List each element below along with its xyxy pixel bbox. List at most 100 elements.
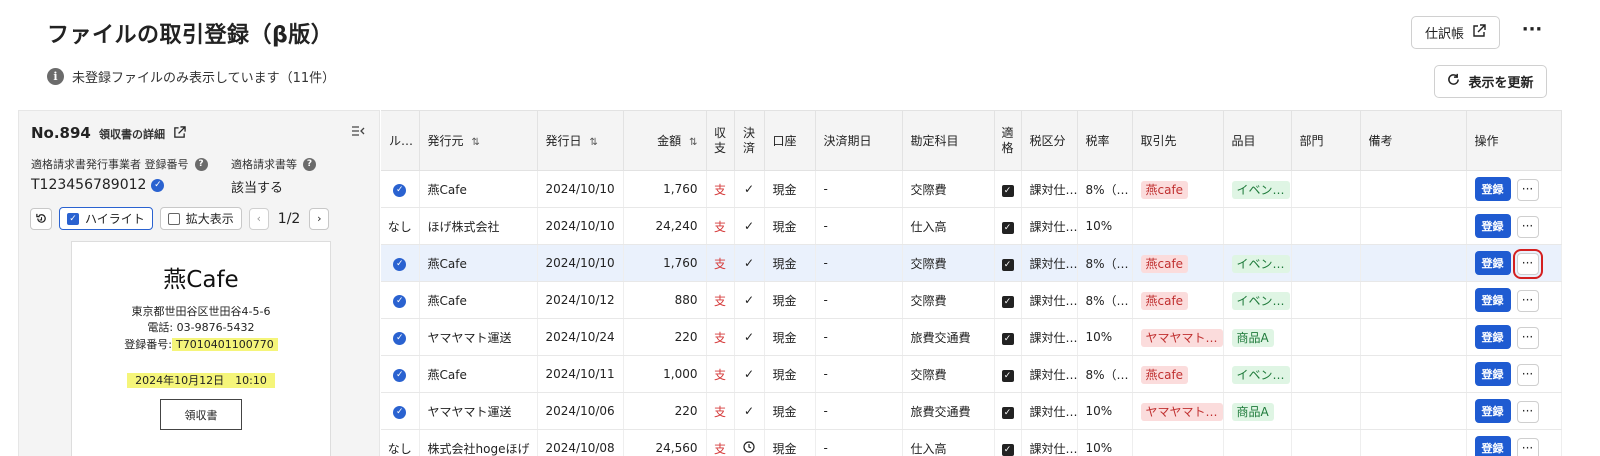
help-icon[interactable]: ? — [303, 157, 316, 171]
tax-category-cell: 課対仕… — [1021, 207, 1078, 245]
prev-page-button[interactable]: ‹ — [248, 207, 269, 230]
type-text: 支 — [713, 441, 726, 456]
row-more-icon[interactable]: ··· — [1516, 363, 1539, 386]
qualified-cell: ✓ — [994, 207, 1022, 245]
due-cell: - — [815, 281, 903, 319]
row-more-icon[interactable]: ··· — [1516, 289, 1539, 312]
amount-text: 220 — [674, 404, 698, 418]
journal-button[interactable]: 仕訳帳 — [1411, 16, 1500, 49]
help-icon[interactable]: ? — [194, 157, 208, 171]
account-text: 現金 — [772, 182, 797, 197]
actions-cell: 登録 ··· — [1466, 318, 1562, 356]
date-text: 2024/10/08 — [545, 441, 615, 455]
row-more-icon[interactable]: ··· — [1516, 400, 1539, 423]
receipt-detail-link[interactable]: 領収書の詳細 — [99, 126, 186, 142]
register-button[interactable]: 登録 — [1474, 214, 1511, 238]
partner-cell — [1132, 207, 1224, 245]
table-row[interactable]: ✓ ヤマヤマト運送 2024/10/24 220 支 ✓ 現金 - 旅費交通費 ✓ 課対仕… 10% ヤ… — [381, 318, 1562, 356]
col-item: 品目 — [1223, 110, 1292, 171]
row-more-icon[interactable]: ··· — [1512, 248, 1543, 279]
col-subject: 勘定科目 — [902, 110, 995, 171]
col-tax-rate-label: 税率 — [1085, 134, 1110, 148]
register-button[interactable]: 登録 — [1474, 399, 1511, 423]
table-row[interactable]: ✓ ヤマヤマト運送 2024/10/06 220 支 ✓ 現金 - 旅費交通費 ✓ 課対仕… 10% ヤ… — [381, 392, 1562, 430]
clock-icon — [743, 440, 755, 456]
settled-check-icon: ✓ — [743, 330, 755, 344]
type-cell: 支 — [706, 244, 735, 282]
register-button[interactable]: 登録 — [1474, 251, 1511, 275]
col-rule[interactable]: ル… — [381, 110, 420, 171]
rule-cell: ✓ — [381, 355, 420, 393]
account-cell: 現金 — [764, 318, 816, 356]
due-text: - — [823, 367, 828, 381]
amount-cell: 1,000 — [623, 355, 707, 393]
table-row[interactable]: なし ほげ株式会社 2024/10/10 24,240 支 ✓ 現金 - 仕入高 ✓ 課対仕… 10%… — [381, 207, 1562, 245]
amount-text: 1,000 — [663, 367, 698, 381]
account-cell: 現金 — [764, 244, 816, 282]
row-more-icon[interactable]: ··· — [1516, 178, 1539, 201]
register-button[interactable]: 登録 — [1474, 436, 1511, 456]
col-qualified: 適格 — [994, 110, 1022, 171]
table-row[interactable]: なし 株式会社hogeほげ 2024/10/08 24,560 支 現金 - 仕入高 ✓ 課対仕…… — [381, 429, 1562, 456]
checkbox-checked-icon[interactable]: ✓ — [1001, 369, 1014, 382]
col-partner-label: 取引先 — [1140, 134, 1177, 148]
checkbox-checked-icon[interactable]: ✓ — [1001, 332, 1014, 345]
next-page-button[interactable]: › — [309, 207, 330, 230]
tax-category-text: 課対仕… — [1029, 441, 1077, 456]
collapse-panel-icon[interactable] — [351, 125, 365, 141]
register-button[interactable]: 登録 — [1474, 288, 1511, 312]
sort-icon[interactable]: ⇅ — [590, 137, 598, 148]
account-cell: 現金 — [764, 207, 816, 245]
account-text: 現金 — [772, 330, 797, 345]
item-cell: 商品A — [1223, 318, 1292, 356]
checkbox-checked-icon[interactable]: ✓ — [1001, 406, 1014, 419]
sort-icon[interactable]: ⇅ — [472, 137, 480, 148]
issuer-cell: ヤマヤマト運送 — [419, 392, 538, 430]
col-issuer[interactable]: 発行元 ⇅ — [419, 110, 538, 171]
item-cell — [1223, 207, 1292, 245]
row-more-icon[interactable]: ··· — [1516, 215, 1539, 238]
col-department-label: 部門 — [1299, 134, 1324, 148]
checkbox-checked-icon[interactable]: ✓ — [1001, 221, 1014, 234]
checkbox-checked-icon[interactable]: ✓ — [1001, 443, 1014, 456]
registration-number-label: 適格請求書発行事業者 登録番号 ? — [31, 156, 208, 172]
table-row[interactable]: ✓ 燕Cafe 2024/10/10 1,760 支 ✓ 現金 - 交際費 ✓ 課対仕… 8%（… 燕c… — [381, 170, 1562, 208]
checkbox-checked-icon[interactable]: ✓ — [1001, 295, 1014, 308]
rotate-icon[interactable] — [30, 207, 52, 230]
register-button[interactable]: 登録 — [1474, 325, 1511, 349]
table-row[interactable]: ✓ 燕Cafe 2024/10/11 1,000 支 ✓ 現金 - 交際費 ✓ 課対仕… 8%（… 燕c… — [381, 355, 1562, 393]
col-date[interactable]: 発行日 ⇅ — [537, 110, 624, 171]
tax-category-text: 課対仕… — [1029, 182, 1077, 197]
item-cell: イベン… — [1223, 244, 1292, 282]
col-amount[interactable]: 金額 ⇅ — [623, 110, 707, 171]
col-settled: 決済 — [734, 110, 765, 171]
col-memo-label: 備考 — [1368, 134, 1393, 148]
register-button[interactable]: 登録 — [1474, 177, 1511, 201]
actions-cell: 登録 ··· — [1466, 355, 1562, 393]
sort-icon[interactable]: ⇅ — [689, 137, 697, 148]
refresh-button[interactable]: 表示を更新 — [1434, 65, 1547, 98]
type-text: 支 — [713, 404, 726, 419]
checkbox-checked-icon[interactable]: ✓ — [1001, 258, 1014, 271]
row-more-icon[interactable]: ··· — [1516, 437, 1539, 456]
qualified-invoice-value: 該当する — [231, 181, 284, 196]
zoom-toggle[interactable]: 拡大表示 — [159, 207, 242, 230]
table-row[interactable]: ✓ 燕Cafe 2024/10/12 880 支 ✓ 現金 - 交際費 ✓ 課対仕… 8%（… 燕caf… — [381, 281, 1562, 319]
more-menu-icon[interactable]: ··· — [1519, 20, 1545, 44]
tax-category-cell: 課対仕… — [1021, 392, 1078, 430]
row-more-icon[interactable]: ··· — [1516, 326, 1539, 349]
due-cell: - — [815, 392, 903, 430]
tax-category-cell: 課対仕… — [1021, 281, 1078, 319]
account-text: 現金 — [772, 256, 797, 271]
col-tax-category: 税区分 — [1021, 110, 1078, 171]
memo-cell — [1360, 355, 1467, 393]
register-button[interactable]: 登録 — [1474, 362, 1511, 386]
checkbox-checked-icon[interactable]: ✓ — [1001, 184, 1014, 197]
item-tag: イベン… — [1231, 365, 1290, 384]
highlight-toggle[interactable]: ✓ ハイライト — [59, 207, 153, 230]
account-cell: 現金 — [764, 392, 816, 430]
department-cell — [1291, 244, 1361, 282]
table-row[interactable]: ✓ 燕Cafe 2024/10/10 1,760 支 ✓ 現金 - 交際費 ✓ 課対仕… 8%（… 燕c… — [381, 244, 1562, 282]
partner-cell: 燕cafe — [1132, 244, 1224, 282]
item-tag: イベン… — [1231, 254, 1290, 273]
